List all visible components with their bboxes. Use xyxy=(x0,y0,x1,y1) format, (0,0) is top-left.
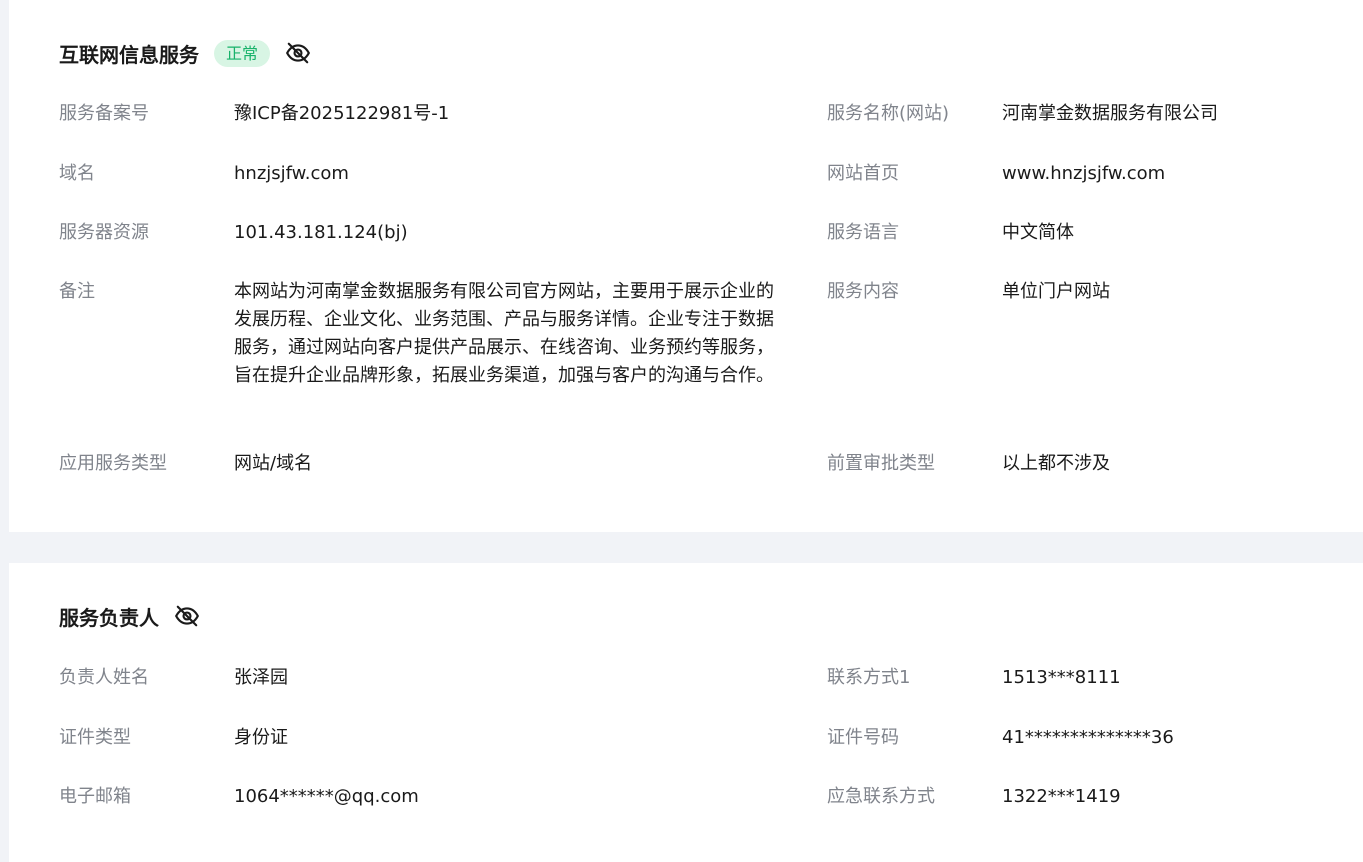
contact1-label: 联系方式1 xyxy=(827,667,911,688)
service-owner-card: 服务负责人 负责人姓名 张泽园 联系方式1 1513***8111 证件类型 身… xyxy=(9,563,1363,862)
email-value: 1064******@qq.com xyxy=(234,786,419,807)
service-owner-title: 服务负责人 xyxy=(59,605,159,630)
owner-name-label: 负责人姓名 xyxy=(59,667,149,688)
eye-off-icon[interactable] xyxy=(174,603,200,629)
domain-value: hnzjsjfw.com xyxy=(234,163,349,184)
eye-off-icon[interactable] xyxy=(285,40,311,66)
internet-service-title: 互联网信息服务 xyxy=(59,42,199,67)
internet-service-header: 互联网信息服务 正常 xyxy=(59,38,311,68)
id-number-label: 证件号码 xyxy=(827,727,899,748)
status-badge: 正常 xyxy=(214,39,271,67)
email-label: 电子邮箱 xyxy=(59,786,131,807)
remark-label: 备注 xyxy=(59,281,95,302)
content-value: 单位门户网站 xyxy=(1002,281,1110,302)
app-type-value: 网站/域名 xyxy=(234,453,313,474)
language-label: 服务语言 xyxy=(827,222,899,243)
homepage-value: www.hnzjsjfw.com xyxy=(1002,163,1166,184)
filing-number-value: 豫ICP备2025122981号-1 xyxy=(234,103,450,124)
filing-number-label: 服务备案号 xyxy=(59,103,149,124)
owner-name-value: 张泽园 xyxy=(234,667,288,688)
server-label: 服务器资源 xyxy=(59,222,149,243)
id-type-label: 证件类型 xyxy=(59,727,131,748)
emergency-label: 应急联系方式 xyxy=(827,786,935,807)
language-value: 中文简体 xyxy=(1002,222,1074,243)
domain-label: 域名 xyxy=(59,163,95,184)
remark-value: 本网站为河南掌金数据服务有限公司官方网站，主要用于展示企业的发展历程、企业文化、… xyxy=(234,281,774,386)
service-owner-header: 服务负责人 xyxy=(59,601,200,631)
service-name-label: 服务名称(网站) xyxy=(827,103,950,124)
app-type-label: 应用服务类型 xyxy=(59,453,167,474)
internet-service-card: 互联网信息服务 正常 服务备案号 豫ICP备2025122981号-1 服务名称… xyxy=(9,0,1363,532)
contact1-value: 1513***8111 xyxy=(1002,667,1121,688)
approval-value: 以上都不涉及 xyxy=(1002,453,1110,474)
homepage-label: 网站首页 xyxy=(827,163,899,184)
service-name-value: 河南掌金数据服务有限公司 xyxy=(1002,103,1218,124)
approval-label: 前置审批类型 xyxy=(827,453,935,474)
server-value: 101.43.181.124(bj) xyxy=(234,222,408,243)
content-label: 服务内容 xyxy=(827,281,899,302)
id-type-value: 身份证 xyxy=(234,727,288,748)
emergency-value: 1322***1419 xyxy=(1002,786,1121,807)
id-number-value: 41**************36 xyxy=(1002,727,1174,748)
